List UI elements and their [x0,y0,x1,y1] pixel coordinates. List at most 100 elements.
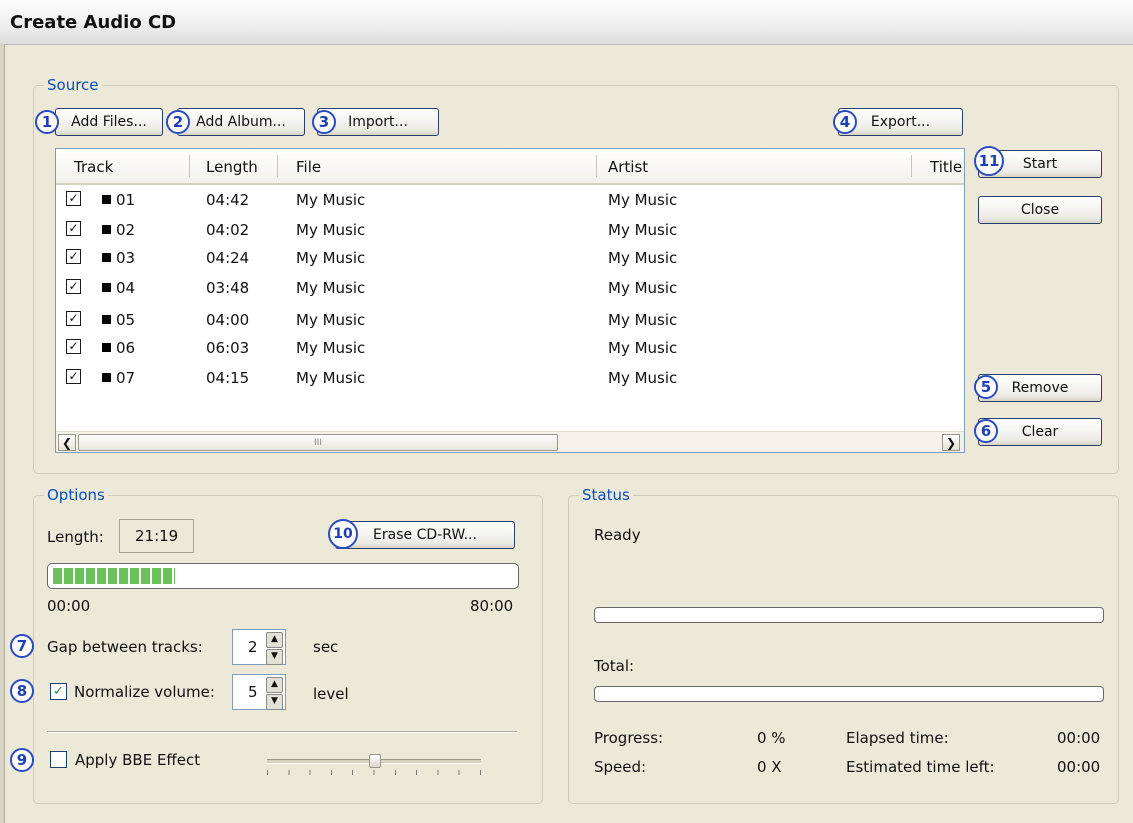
track-status-icon [102,343,111,352]
track-checkbox[interactable]: ✓ [66,191,81,206]
normalize-up-arrow-icon[interactable]: ▲ [266,677,283,693]
table-row[interactable]: ✓ 04 03:48 My Music My Music [56,274,964,302]
track-artist: My Music [608,369,678,387]
track-length: 04:15 [206,369,250,387]
track-status-icon [102,253,111,262]
bbe-slider[interactable] [267,752,481,778]
track-length: 04:24 [206,249,250,267]
normalize-stepper[interactable]: 5 ▲ ▼ [232,674,286,710]
track-number: 06 [116,339,136,357]
total-label: Total: [594,657,635,675]
add-files-button[interactable]: Add Files... [55,108,163,136]
add-album-button[interactable]: Add Album... [177,108,305,136]
table-row[interactable]: ✓ 02 04:02 My Music My Music [56,216,964,244]
track-file: My Music [296,221,366,239]
column-header-file[interactable]: File [296,158,321,176]
normalize-value: 5 [248,683,258,701]
track-artist: My Music [608,249,678,267]
track-length: 04:02 [206,221,250,239]
track-checkbox[interactable]: ✓ [66,369,81,384]
window-title: Create Audio CD [10,12,177,33]
track-status-icon [102,225,111,234]
column-header-length[interactable]: Length [206,158,258,176]
badge-1: 1 [35,110,59,134]
options-divider [47,731,517,733]
estimated-value: 00:00 [1057,758,1101,776]
gap-stepper[interactable]: 2 ▲ ▼ [232,629,286,665]
normalize-unit: level [313,685,349,703]
column-header-artist[interactable]: Artist [608,158,648,176]
options-legend: Options [44,486,108,504]
create-audio-cd-window: Create Audio CD Source Add Files... Add … [0,0,1133,823]
table-row[interactable]: ✓ 01 04:42 My Music My Music [56,186,964,214]
progress-label: Progress: [594,729,664,747]
badge-8: 8 [10,679,34,703]
badge-6: 6 [974,419,998,443]
close-button[interactable]: Close [978,196,1102,224]
track-checkbox[interactable]: ✓ [66,311,81,326]
column-header-track[interactable]: Track [74,158,113,176]
badge-5: 5 [974,375,998,399]
bbe-slider-thumb[interactable] [369,754,381,768]
source-legend: Source [44,76,102,94]
speed-label: Speed: [594,758,647,776]
status-legend: Status [579,486,633,504]
gap-value: 2 [248,638,258,656]
track-number: 02 [116,221,136,239]
table-row[interactable]: ✓ 05 04:00 My Music My Music [56,306,964,334]
length-value-box: 21:19 [119,519,194,553]
table-row[interactable]: ✓ 06 06:03 My Music My Music [56,334,964,362]
scroll-thumb[interactable]: III [78,434,558,451]
normalize-label: Normalize volume: [74,683,215,701]
length-label: Length: [47,528,104,546]
normalize-checkbox[interactable]: ✓ [50,683,67,700]
track-status-icon [102,315,111,324]
track-checkbox[interactable]: ✓ [66,339,81,354]
track-artist: My Music [608,339,678,357]
scroll-left-button[interactable]: ❮ [58,434,76,451]
status-state: Ready [594,526,641,544]
track-checkbox[interactable]: ✓ [66,221,81,236]
horizontal-scrollbar[interactable]: ❮ III ❯ [56,431,964,452]
track-number: 04 [116,279,136,297]
track-length: 04:00 [206,311,250,329]
track-file: My Music [296,369,366,387]
track-file: My Music [296,339,366,357]
track-file: My Music [296,191,366,209]
bbe-checkbox[interactable] [50,751,67,768]
badge-11: 11 [974,146,1004,176]
badge-10: 10 [328,519,358,549]
track-list[interactable]: Track Length File Artist Title ✓ 01 04:42 M… [55,148,965,453]
badge-9: 9 [10,748,34,772]
gap-up-arrow-icon[interactable]: ▲ [266,632,283,648]
gap-label: Gap between tracks: [47,638,203,656]
total-progress-bar [594,686,1104,702]
gap-down-arrow-icon[interactable]: ▼ [266,649,283,665]
disc-usage-meter [47,563,519,589]
track-number: 05 [116,311,136,329]
scale-end-label: 80:00 [470,597,514,615]
badge-2: 2 [166,110,190,134]
length-value: 21:19 [135,527,179,545]
scroll-right-button[interactable]: ❯ [942,434,960,451]
track-file: My Music [296,311,366,329]
track-number: 07 [116,369,136,387]
track-number: 01 [116,191,136,209]
table-row[interactable]: ✓ 03 04:24 My Music My Music [56,244,964,272]
elapsed-label: Elapsed time: [846,729,949,747]
column-header-title[interactable]: Title [930,158,962,176]
normalize-down-arrow-icon[interactable]: ▼ [266,694,283,710]
window-left-edge [0,44,5,823]
track-checkbox[interactable]: ✓ [66,279,81,294]
track-artist: My Music [608,221,678,239]
table-row[interactable]: ✓ 07 04:15 My Music My Music [56,364,964,392]
track-checkbox[interactable]: ✓ [66,249,81,264]
title-bar: Create Audio CD [0,0,1133,45]
erase-cd-rw-button[interactable]: Erase CD-RW... [335,521,515,549]
badge-4: 4 [833,110,857,134]
track-length: 06:03 [206,339,250,357]
badge-7: 7 [10,634,34,658]
track-file: My Music [296,279,366,297]
gap-unit: sec [313,638,339,656]
track-status-icon [102,373,111,382]
